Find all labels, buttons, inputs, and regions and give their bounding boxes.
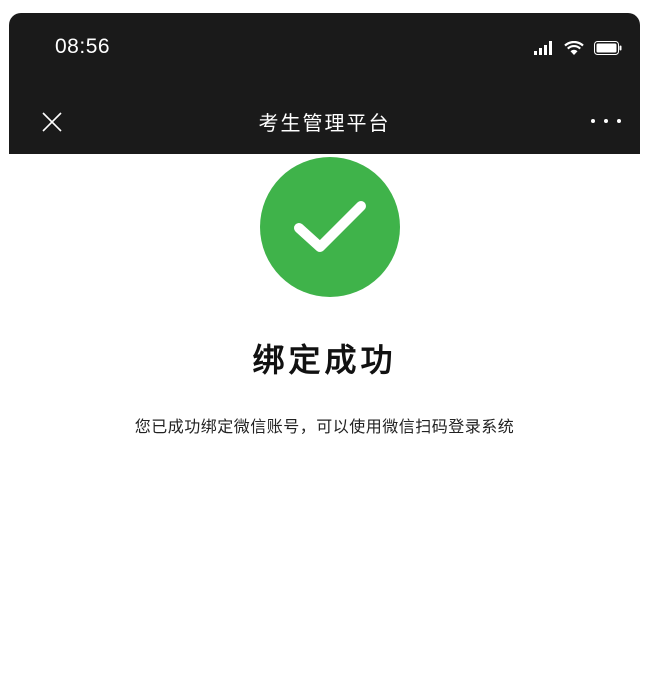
battery-icon — [594, 41, 622, 55]
signal-icon — [534, 41, 552, 55]
result-title: 绑定成功 — [252, 341, 397, 379]
status-bar: 08:56 — [9, 13, 640, 87]
more-icon[interactable] — [591, 113, 621, 129]
nav-bar: 考生管理平台 — [9, 87, 640, 154]
phone-header: 08:56 考生管理平台 — [9, 13, 640, 154]
status-icons — [534, 40, 622, 56]
status-time: 08:56 — [55, 35, 111, 58]
wifi-icon — [564, 40, 584, 55]
success-badge — [260, 157, 400, 297]
result-description: 您已成功绑定微信账号，可以使用微信扫码登录系统 — [134, 417, 515, 436]
result-page: 绑定成功 您已成功绑定微信账号，可以使用微信扫码登录系统 — [9, 154, 640, 695]
screen: 08:56 考生管理平台 绑定成功 您已成功绑定微信账号，可以使用微信扫码登录系… — [0, 0, 649, 695]
checkmark-icon — [294, 201, 366, 252]
page-title: 考生管理平台 — [258, 111, 391, 135]
